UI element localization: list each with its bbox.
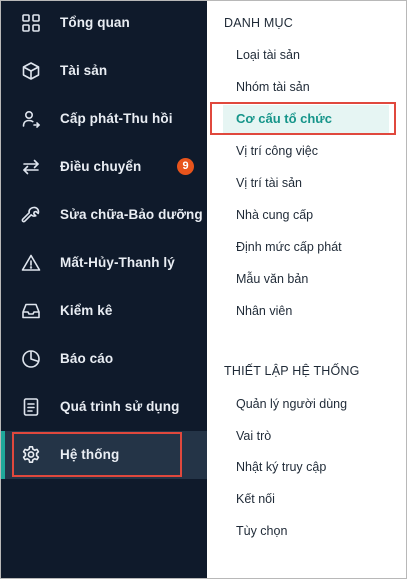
sidebar-item-loss-disposal[interactable]: Mất-Hủy-Thanh lý xyxy=(1,243,207,283)
submenu-item-user-management[interactable]: Quản lý người dùng xyxy=(236,397,347,411)
sidebar-item-label: Cấp phát-Thu hồi xyxy=(60,111,173,126)
app-frame: Tổng quan Tài sản Cấp phát-Thu hồi Điều … xyxy=(0,0,407,579)
sidebar-item-system[interactable]: Hệ thống xyxy=(1,431,207,479)
submenu-item-label: Cơ cấu tổ chức xyxy=(236,111,332,126)
submenu-item-asset-location[interactable]: Vị trí tài sản xyxy=(236,176,302,190)
document-list-icon xyxy=(21,397,41,417)
sidebar-item-overview[interactable]: Tổng quan xyxy=(1,3,207,43)
sidebar-item-repair[interactable]: Sửa chữa-Bảo dưỡng xyxy=(1,195,207,235)
submenu-item-roles[interactable]: Vai trò xyxy=(236,429,271,443)
box-icon xyxy=(21,61,41,81)
submenu-item-job-position[interactable]: Vị trí công việc xyxy=(236,144,318,158)
sidebar: Tổng quan Tài sản Cấp phát-Thu hồi Điều … xyxy=(1,1,207,578)
section-title-categories: DANH MỤC xyxy=(224,16,293,30)
sidebar-item-label: Điều chuyển xyxy=(60,159,142,174)
sidebar-item-allocation[interactable]: Cấp phát-Thu hồi xyxy=(1,99,207,139)
sidebar-item-label: Tổng quan xyxy=(60,15,130,30)
section-title-system-settings: THIẾT LẬP HỆ THỐNG xyxy=(224,364,360,378)
sidebar-item-label: Sửa chữa-Bảo dưỡng xyxy=(60,207,203,222)
sidebar-item-label: Tài sản xyxy=(60,63,108,78)
sidebar-item-label: Quá trình sử dụng xyxy=(60,399,180,414)
system-submenu: DANH MỤC Loại tài sản Nhóm tài sản Cơ cấ… xyxy=(207,1,406,578)
submenu-item-supplier[interactable]: Nhà cung cấp xyxy=(236,208,313,222)
sidebar-item-label: Báo cáo xyxy=(60,351,114,366)
swap-arrows-icon xyxy=(21,157,41,177)
gear-icon xyxy=(21,445,41,465)
pie-chart-icon xyxy=(21,349,41,369)
submenu-item-options[interactable]: Tùy chọn xyxy=(236,524,287,538)
sidebar-item-label: Hệ thống xyxy=(60,447,120,462)
wrench-icon xyxy=(21,205,41,225)
active-indicator xyxy=(1,431,5,479)
inbox-tray-icon xyxy=(21,301,41,321)
submenu-item-access-log[interactable]: Nhật ký truy cập xyxy=(236,460,326,474)
submenu-item-allocation-quota[interactable]: Định mức cấp phát xyxy=(236,240,342,254)
submenu-item-asset-group[interactable]: Nhóm tài sản xyxy=(236,80,310,94)
sidebar-item-inventory[interactable]: Kiểm kê xyxy=(1,291,207,331)
submenu-item-employee[interactable]: Nhân viên xyxy=(236,304,292,318)
sidebar-item-reports[interactable]: Báo cáo xyxy=(1,339,207,379)
submenu-item-asset-type[interactable]: Loại tài sản xyxy=(236,48,300,62)
sidebar-item-label: Mất-Hủy-Thanh lý xyxy=(60,255,175,270)
submenu-item-document-template[interactable]: Mẫu văn bản xyxy=(236,272,308,286)
submenu-item-org-structure[interactable]: Cơ cấu tổ chức xyxy=(223,105,389,133)
sidebar-item-transfer[interactable]: Điều chuyển 9 xyxy=(1,147,207,187)
user-transfer-icon xyxy=(21,109,41,129)
warning-triangle-icon xyxy=(21,253,41,273)
sidebar-item-assets[interactable]: Tài sản xyxy=(1,51,207,91)
notification-badge: 9 xyxy=(177,158,194,175)
sidebar-item-usage-history[interactable]: Quá trình sử dụng xyxy=(1,387,207,427)
submenu-item-connections[interactable]: Kết nối xyxy=(236,492,275,506)
dashboard-grid-icon xyxy=(21,13,41,33)
sidebar-item-label: Kiểm kê xyxy=(60,303,113,318)
